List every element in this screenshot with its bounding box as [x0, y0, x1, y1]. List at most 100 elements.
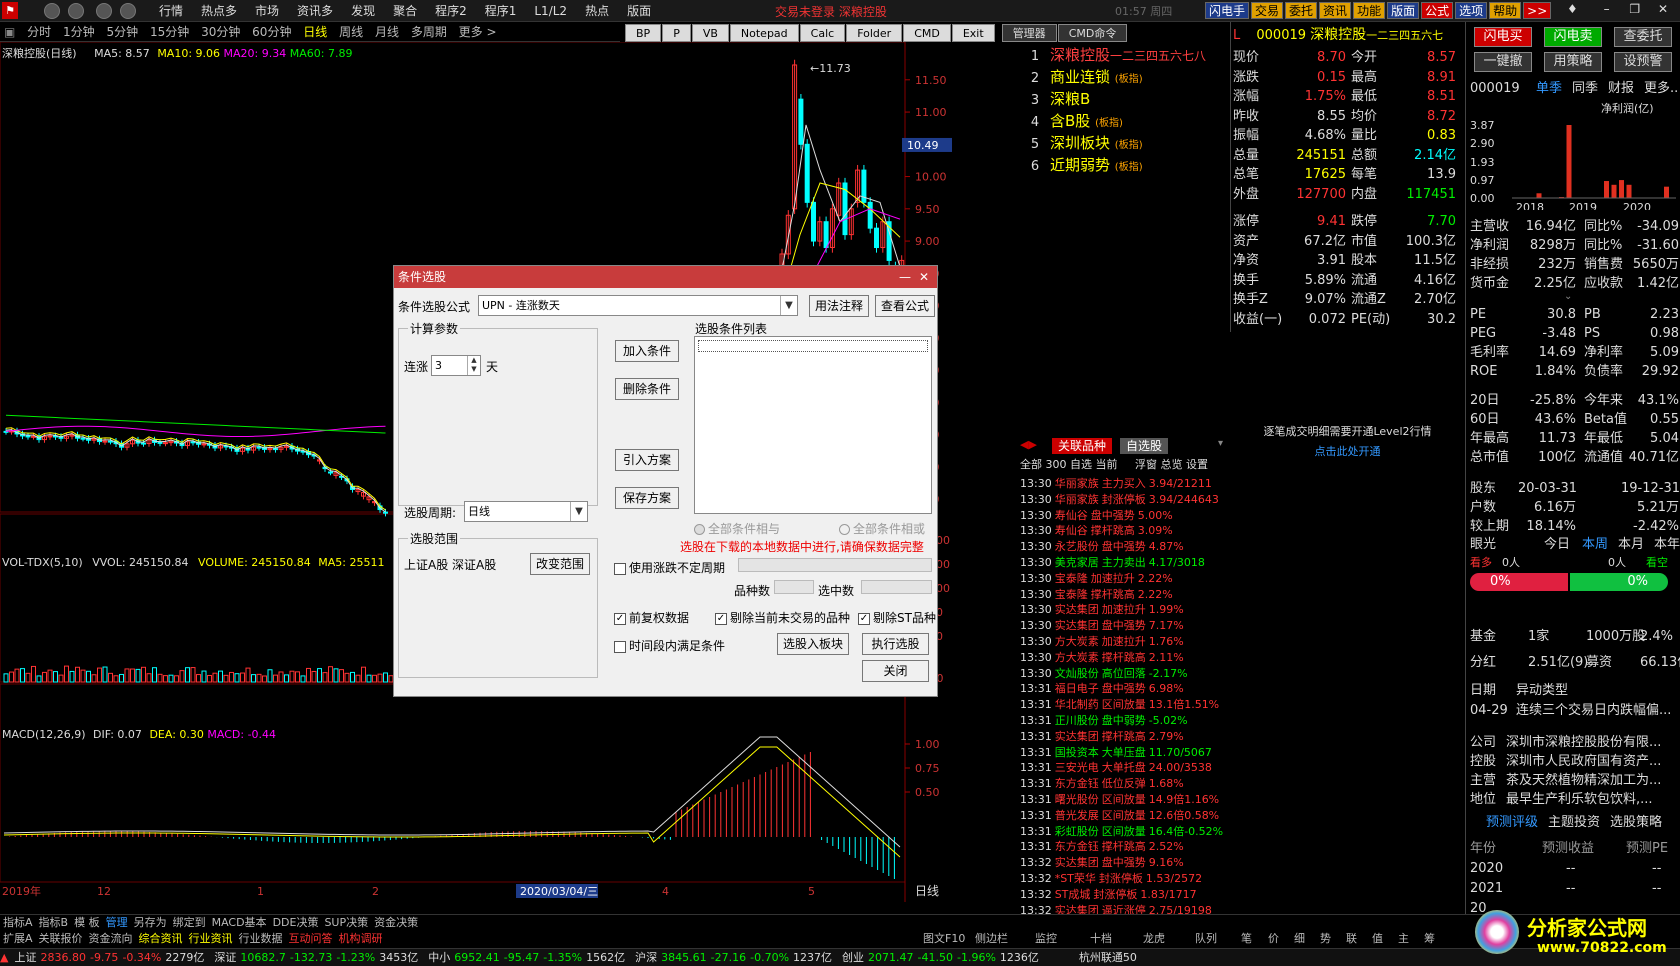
delete-condition-button[interactable]: 删除条件 — [615, 378, 679, 400]
function-button[interactable]: 功能 — [1353, 2, 1386, 19]
subtab[interactable]: 全部 — [1020, 458, 1042, 471]
menu-item[interactable]: 热点 — [576, 3, 618, 19]
vb-button[interactable]: VB — [691, 24, 729, 42]
expand-icon[interactable]: ⌄ — [1564, 288, 1572, 306]
bottom-tab[interactable]: 行业资讯 — [186, 931, 236, 947]
period-tab[interactable]: 分时 — [23, 22, 55, 42]
cancel-all-button[interactable]: 一键撤 — [1474, 52, 1532, 72]
subtab[interactable]: 总览 — [1161, 458, 1183, 471]
minimize-icon[interactable]: – — [1604, 2, 1610, 16]
sentiment-text[interactable]: 本月 — [1618, 536, 1644, 554]
folder-button[interactable]: Folder — [846, 24, 903, 42]
menu-item[interactable]: 热点多 — [192, 3, 246, 19]
more-button[interactable]: >> — [1523, 2, 1552, 19]
forward-icon[interactable] — [68, 3, 84, 19]
period-tab[interactable]: 5分钟 — [102, 22, 142, 42]
change-range-button[interactable]: 改变范围 — [530, 553, 590, 575]
help-button[interactable]: 用法注释 — [809, 295, 869, 317]
related-row[interactable]: 13:30 华丽家族 主力买入 3.94/21211 — [1020, 476, 1215, 491]
related-row[interactable]: 13:30 实达集团 盘中强势 7.17% — [1020, 618, 1187, 633]
related-row[interactable]: 13:31 东方金钰 低位反弹 1.68% — [1020, 776, 1187, 791]
related-row[interactable]: 13:30 永艺股份 盘中强势 4.87% — [1020, 539, 1187, 554]
related-row[interactable]: 13:30 寿仙谷 撑杆跳高 3.09% — [1020, 523, 1176, 538]
close-icon[interactable]: ✕ — [1658, 2, 1668, 16]
check-order-button[interactable]: 查委托 — [1614, 27, 1672, 47]
trade-button[interactable]: 交易 — [1251, 2, 1284, 19]
subtab[interactable]: 当前 — [1096, 458, 1118, 471]
chart-tab[interactable]: 指标A — [0, 915, 36, 931]
forecast-link[interactable]: 主题投资 — [1548, 814, 1600, 832]
list-item[interactable]: 6 近期弱势 (板指) — [1020, 154, 1143, 176]
period-tab[interactable]: 30分钟 — [197, 22, 244, 42]
restore-icon[interactable]: ❐ — [1629, 2, 1640, 16]
menu-item[interactable]: 行情 — [150, 3, 192, 19]
chart-tab[interactable]: 指标B — [36, 915, 72, 931]
bp-button[interactable]: BP — [625, 24, 662, 42]
related-row[interactable]: 13:30 华丽家族 封涨停板 3.94/244643 — [1020, 492, 1222, 507]
formula-select[interactable]: UPN - 连涨数天 — [478, 295, 798, 316]
sidebar-tab[interactable]: 侧边栏 — [972, 931, 1011, 947]
spinner-icon[interactable]: ▲ ▼ — [467, 356, 480, 375]
chart-tab[interactable]: 另存为 — [131, 915, 170, 931]
calc-button[interactable]: Calc — [799, 24, 846, 42]
chart-tab[interactable]: DDE决策 — [270, 915, 322, 931]
related-row[interactable]: 13:31 正川股份 盘中弱势 -5.02% — [1020, 713, 1191, 728]
far-tab[interactable]: 价 — [1265, 931, 1282, 947]
period-tab[interactable]: 更多 > — [455, 22, 501, 42]
related-row[interactable]: 13:31 三安光电 大单托盘 24.00/3538 — [1020, 760, 1215, 775]
tab-related[interactable]: 关联品种 — [1052, 438, 1113, 454]
index-item[interactable]: 中小 6952.41 -95.47 -1.35% 1562亿 — [428, 949, 629, 966]
menu-item[interactable]: L1/L2 — [525, 3, 576, 19]
related-row[interactable]: 13:32 实达集团 盘中强势 9.16% — [1020, 855, 1187, 870]
index-item[interactable]: 沪深 3845.61 -27.16 -0.70% 1237亿 — [635, 949, 836, 966]
menu-item[interactable]: 程序2 — [426, 3, 476, 19]
monitor-tab[interactable]: 监控 — [1032, 931, 1060, 947]
help-button[interactable]: 帮助 — [1489, 2, 1522, 19]
minimize-icon[interactable]: — — [899, 266, 911, 288]
strategy-button[interactable]: 用策略 — [1544, 52, 1602, 72]
dropdown-icon[interactable]: ▾ — [1218, 438, 1223, 449]
manager-button[interactable]: 管理器 — [1001, 24, 1057, 42]
index-item[interactable]: 创业 2071.47 -41.50 -1.96% 1236亿 — [842, 949, 1043, 966]
related-row[interactable]: 13:30 方大炭素 撑杆跳高 2.11% — [1020, 650, 1187, 665]
add-to-block-button[interactable]: 选股入板块 — [777, 633, 849, 655]
cmd-command-button[interactable]: CMD命令 — [1057, 24, 1128, 42]
tab-watchlist[interactable]: 自选股 — [1120, 438, 1169, 454]
p-button[interactable]: P — [662, 24, 691, 42]
condition-list[interactable] — [694, 336, 932, 514]
time-checkbox[interactable]: 时间段内满足条件 — [614, 637, 725, 654]
chevron-down-icon[interactable]: ▼ — [780, 296, 797, 315]
flash-sell-button[interactable]: 闪电卖 — [1544, 27, 1602, 47]
bottom-tab[interactable]: 扩展A — [0, 931, 36, 947]
far-tab[interactable]: 主 — [1395, 931, 1412, 947]
sentiment-text[interactable]: 今日 — [1544, 536, 1570, 554]
related-row[interactable]: 13:31 国投资本 大单压盘 11.70/5067 — [1020, 745, 1215, 760]
far-tab[interactable]: 细 — [1291, 931, 1308, 947]
fin-tab[interactable]: 同季 — [1572, 80, 1598, 98]
bottom-tab[interactable]: 关联报价 — [36, 931, 86, 947]
menu-item[interactable]: 市场 — [246, 3, 288, 19]
chart-tab[interactable]: 模 板 — [71, 915, 103, 931]
related-row[interactable]: 13:31 普光发展 区间放量 12.6倍0.58% — [1020, 808, 1222, 823]
far-tab[interactable]: 联 — [1343, 931, 1360, 947]
bear-bar[interactable]: 0% — [1570, 573, 1668, 591]
related-row[interactable]: 13:30 宝泰隆 加速拉升 2.22% — [1020, 571, 1176, 586]
level10-tab[interactable]: 十档 — [1087, 931, 1115, 947]
level2-link[interactable]: 点击此处开通 — [1230, 443, 1465, 459]
list-item[interactable]: 1 深粮控股一二三四五六七八 — [1020, 44, 1206, 66]
menu-item[interactable]: 聚合 — [384, 3, 426, 19]
close-icon[interactable]: ✕ — [919, 266, 929, 288]
chart-tab[interactable]: 管理 — [103, 915, 131, 931]
related-row[interactable]: 13:30 寿仙谷 盘中强势 5.00% — [1020, 508, 1176, 523]
options-button[interactable]: 选项 — [1455, 2, 1488, 19]
list-item[interactable]: 5 深圳板块 (板指) — [1020, 132, 1143, 154]
chart-tab[interactable]: SUP决策 — [321, 915, 371, 931]
far-tab[interactable]: 势 — [1317, 931, 1334, 947]
radio-or[interactable]: 全部条件相或 — [839, 520, 925, 537]
related-row[interactable]: 13:31 华北制药 区间放量 13.1倍1.51% — [1020, 697, 1222, 712]
prev-icon[interactable]: ◀▶ — [1020, 438, 1037, 451]
related-row[interactable]: 13:31 东方金钰 撑杆跳高 2.52% — [1020, 839, 1187, 854]
queue-tab[interactable]: 队列 — [1192, 931, 1220, 947]
forecast-link[interactable]: 选股策略 — [1610, 814, 1662, 832]
float-period-checkbox[interactable]: 使用涨跌不定周期 — [614, 559, 725, 576]
